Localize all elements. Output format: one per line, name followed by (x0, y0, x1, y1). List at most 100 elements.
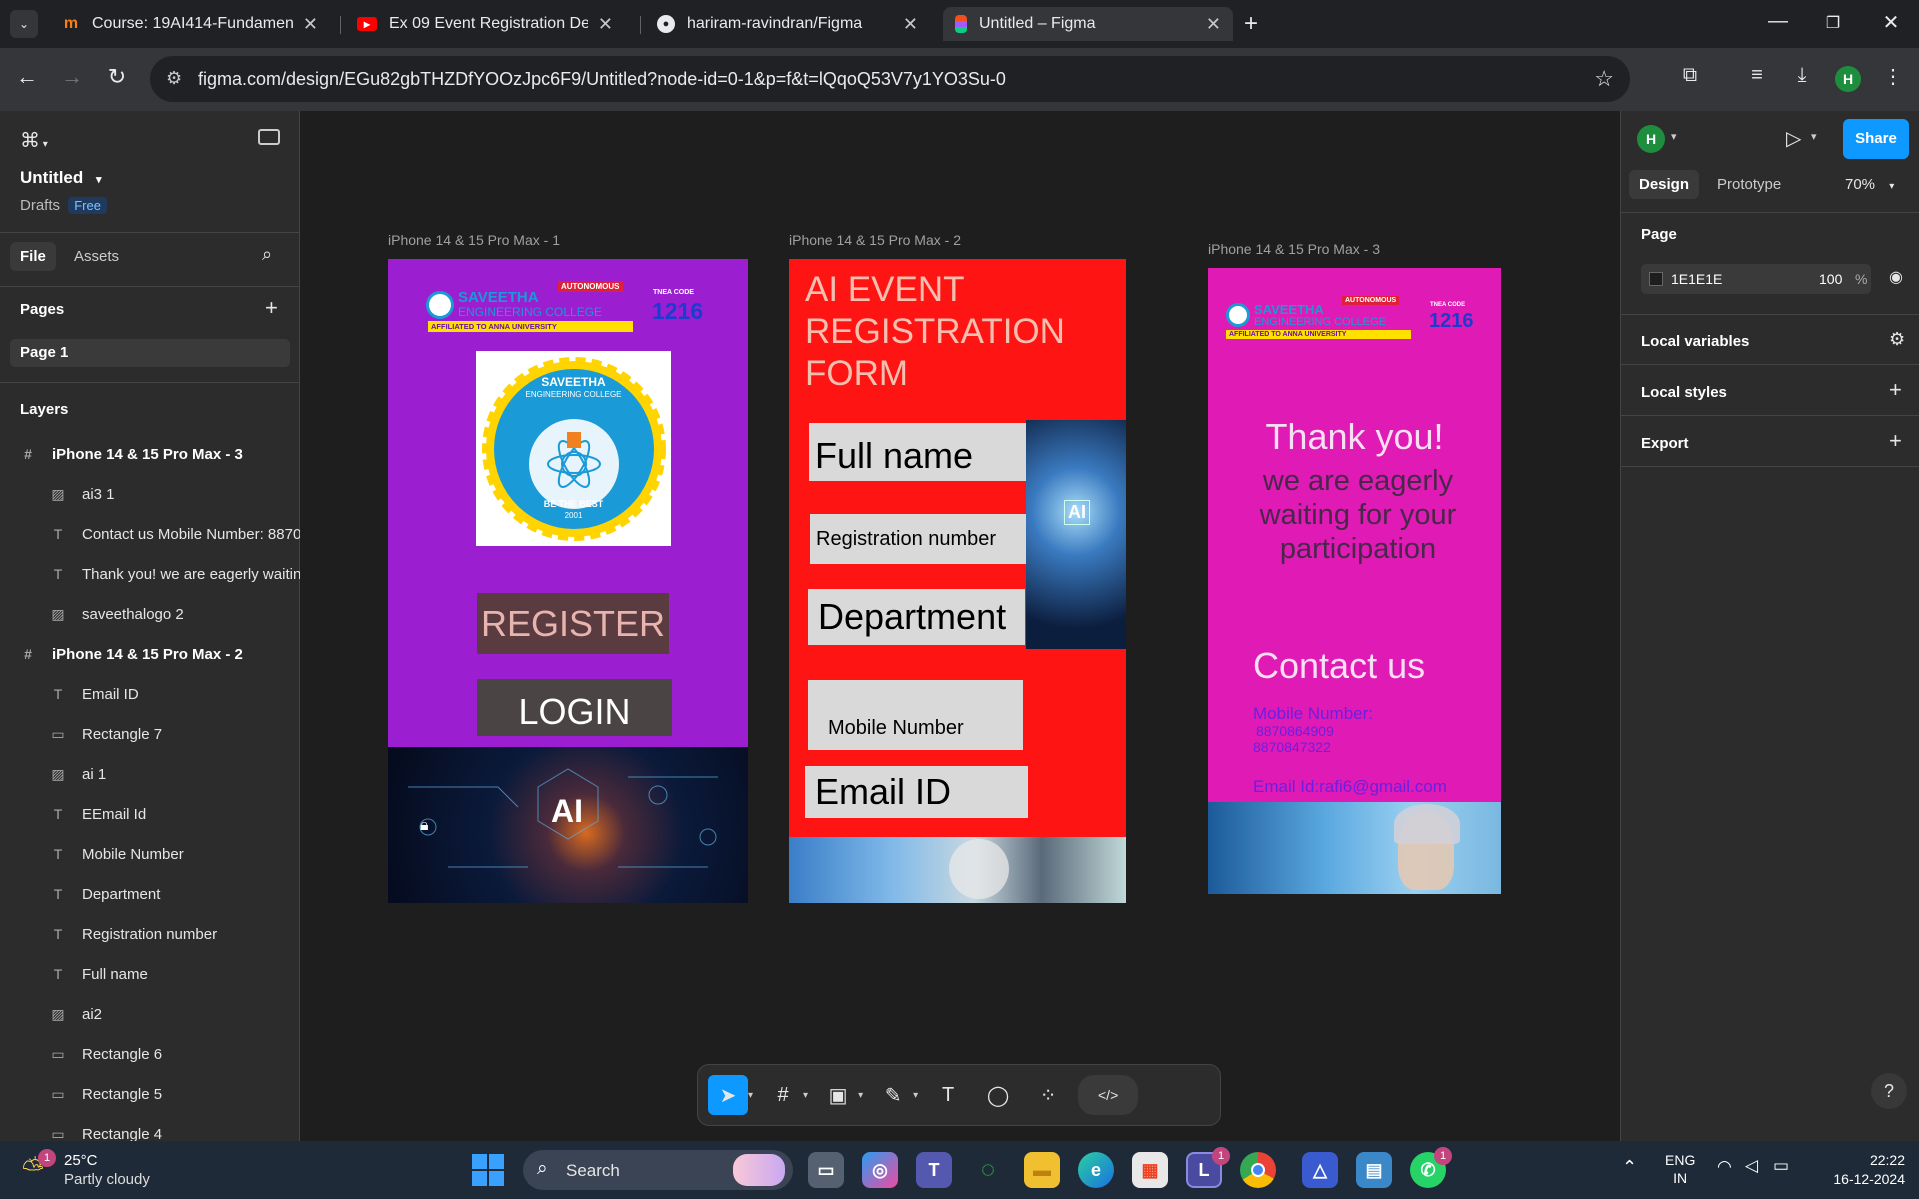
chevron-down-icon[interactable]: ▾ (913, 1090, 918, 1101)
address-bar[interactable]: ⚙ figma.com/design/EGu82gbTHZDfYOOzJpc6F… (150, 56, 1630, 102)
frame-label[interactable]: iPhone 14 & 15 Pro Max - 3 (1208, 241, 1380, 257)
back-icon[interactable]: ← (12, 64, 42, 90)
college-seal-image[interactable]: SAVEETHA ENGINEERING COLLEGE BE THE BEST… (476, 351, 671, 546)
field-email-id[interactable]: Email ID (805, 766, 1028, 818)
new-tab-icon[interactable]: + (1244, 10, 1258, 38)
image-tool-icon[interactable]: ▣ (818, 1075, 858, 1115)
media-control-icon[interactable]: ≡ (1742, 64, 1772, 87)
layer-item[interactable]: ▨ ai2 (0, 994, 300, 1034)
task-view-icon[interactable]: ▭ (808, 1152, 844, 1188)
add-style-icon[interactable]: + (1889, 377, 1902, 403)
teams-icon[interactable]: T (916, 1152, 952, 1188)
layer-item[interactable]: ▭ Rectangle 5 (0, 1074, 300, 1114)
copilot-icon[interactable]: ◎ (862, 1152, 898, 1188)
tab-file[interactable]: File (10, 242, 56, 271)
drafts-label[interactable]: Drafts (20, 197, 60, 214)
tab-search-button[interactable]: ⌄ (10, 10, 38, 38)
field-registration-number[interactable]: Registration number (810, 514, 1026, 564)
tab-prototype[interactable]: Prototype (1717, 176, 1781, 193)
battery-icon[interactable]: ▭ (1773, 1156, 1789, 1176)
layer-item[interactable]: ▨ ai 1 (0, 754, 300, 794)
layer-item[interactable]: T Mobile Number (0, 834, 300, 874)
layer-item[interactable]: T Registration number (0, 914, 300, 954)
eye-icon[interactable]: ◉ (1889, 267, 1903, 287)
app-window-icon[interactable]: ▤ (1356, 1152, 1392, 1188)
layer-item[interactable]: # iPhone 14 & 15 Pro Max - 2 (0, 634, 300, 674)
local-variables-heading[interactable]: Local variables (1641, 333, 1749, 350)
chevron-down-icon[interactable]: ▾ (748, 1090, 753, 1101)
layer-item[interactable]: ▨ saveethalogo 2 (0, 594, 300, 634)
login-button[interactable]: LOGIN (477, 679, 672, 736)
browser-tab-course[interactable]: m Course: 19AI414-Fundamentals ✕ (50, 7, 330, 41)
frame-tool-icon[interactable]: # (763, 1075, 803, 1115)
browser-tab-figma[interactable]: Untitled – Figma ✕ (943, 7, 1233, 41)
search-icon[interactable]: ⌕ (262, 244, 272, 265)
browser-tab-github[interactable]: ● hariram-ravindran/Figma ✕ (645, 7, 930, 41)
college-logo-banner[interactable]: SAVEETHA ENGINEERING COLLEGE AUTONOMOUS … (426, 281, 636, 333)
wifi-icon[interactable]: ◠ (1717, 1157, 1732, 1177)
window-close-icon[interactable]: ✕ (1871, 10, 1911, 35)
reload-icon[interactable]: ↻ (102, 64, 132, 90)
page-item[interactable]: Page 1 (10, 339, 290, 367)
download-icon[interactable]: ⤓ (1787, 64, 1817, 87)
chevron-down-icon[interactable]: ▾ (803, 1090, 808, 1101)
help-icon[interactable]: ? (1871, 1073, 1907, 1109)
ai-brain-image[interactable]: AI (1026, 420, 1126, 649)
pen-tool-icon[interactable]: ✎ (873, 1075, 913, 1115)
taskbar-search[interactable]: ⌕ Search (523, 1150, 793, 1190)
start-windows-icon[interactable] (472, 1154, 504, 1186)
figma-main-menu-icon[interactable]: ⌘ ▾ (20, 128, 48, 153)
layer-item[interactable]: T Contact us Mobile Number: 8870864909 88… (0, 514, 300, 554)
app-triangle-icon[interactable]: △ (1302, 1152, 1338, 1188)
layer-item[interactable]: ▭ Rectangle 7 (0, 714, 300, 754)
close-tab-icon[interactable]: ✕ (1206, 14, 1221, 35)
share-button[interactable]: Share (1843, 119, 1909, 159)
chevron-down-icon[interactable]: ▾ (1811, 130, 1817, 143)
chevron-down-icon[interactable]: ▾ (1671, 130, 1677, 143)
frame-iphone-3[interactable]: SAVEETHA ENGINEERING COLLEGE AUTONOMOUS … (1208, 268, 1501, 894)
layer-item[interactable]: T Thank you! we are eagerly waiting for y… (0, 554, 300, 594)
browser-menu-icon[interactable]: ⋮ (1878, 64, 1908, 89)
show-hidden-icons[interactable]: ⌃ (1622, 1157, 1637, 1178)
restore-icon[interactable]: ❐ (1813, 13, 1853, 33)
close-tab-icon[interactable]: ✕ (303, 14, 318, 35)
frame-label[interactable]: iPhone 14 & 15 Pro Max - 1 (388, 232, 560, 248)
page-color-hex[interactable]: 1E1E1E (1671, 271, 1722, 287)
actions-tool-icon[interactable]: ⁘ (1028, 1075, 1068, 1115)
color-swatch[interactable] (1649, 272, 1663, 286)
layer-item[interactable]: ▨ ai3 1 (0, 474, 300, 514)
variables-settings-icon[interactable]: ⚙ (1889, 329, 1905, 350)
file-explorer-icon[interactable]: ▬ (1024, 1152, 1060, 1188)
text-tool-icon[interactable]: T (928, 1075, 968, 1115)
add-export-icon[interactable]: + (1889, 428, 1902, 454)
present-icon[interactable]: ▷ (1786, 126, 1801, 151)
layer-item[interactable]: T Full name (0, 954, 300, 994)
edge-icon[interactable]: e (1078, 1152, 1114, 1188)
zoom-level[interactable]: 70% ▾ (1845, 176, 1894, 193)
bookmark-star-icon[interactable]: ☆ (1594, 66, 1614, 92)
file-name[interactable]: Untitled ▾ (20, 168, 102, 188)
chevron-down-icon[interactable]: ▾ (858, 1090, 863, 1101)
export-heading[interactable]: Export (1641, 435, 1689, 452)
layer-item[interactable]: ▭ Rectangle 6 (0, 1034, 300, 1074)
chrome-icon[interactable] (1240, 1152, 1276, 1188)
ai-girl-image[interactable] (1208, 802, 1501, 894)
close-tab-icon[interactable]: ✕ (598, 14, 613, 35)
field-full-name[interactable]: Full name (809, 423, 1026, 481)
add-page-icon[interactable]: + (265, 295, 278, 321)
tab-design[interactable]: Design (1629, 170, 1700, 199)
app-circle-icon[interactable]: ◌ (970, 1152, 1006, 1188)
comment-tool-icon[interactable]: ◯ (978, 1075, 1018, 1115)
local-styles-heading[interactable]: Local styles (1641, 384, 1727, 401)
page-color-field[interactable]: 1E1E1E 100 % (1641, 264, 1871, 294)
close-tab-icon[interactable]: ✕ (903, 14, 918, 35)
college-logo-banner[interactable]: SAVEETHA ENGINEERING COLLEGE AUTONOMOUS … (1226, 296, 1431, 340)
register-button[interactable]: REGISTER (477, 593, 669, 654)
minimize-icon[interactable]: — (1758, 10, 1798, 33)
field-mobile-number[interactable]: Mobile Number (808, 680, 1023, 750)
user-avatar[interactable]: H (1637, 125, 1665, 153)
profile-avatar[interactable]: H (1835, 66, 1861, 92)
ai-robot-image[interactable] (789, 837, 1126, 903)
clock[interactable]: 22:22 16-12-2024 (1830, 1151, 1905, 1189)
site-info-icon[interactable]: ⚙ (166, 68, 182, 89)
